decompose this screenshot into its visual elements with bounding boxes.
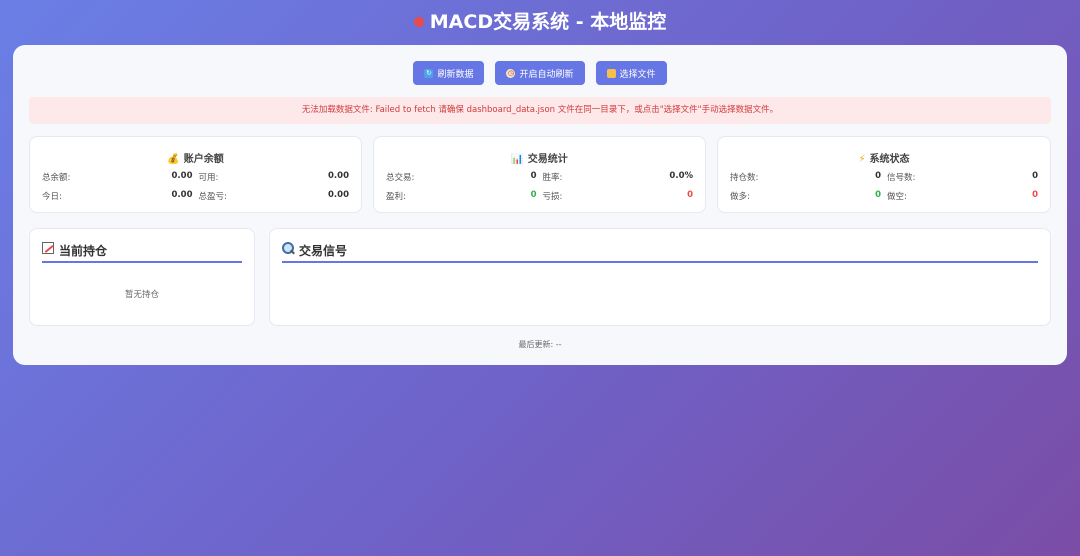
total-trades-value: 0 [530, 171, 537, 181]
available-label: 可用: [198, 173, 219, 183]
stat-row: 做多: 0 做空: 0 [730, 190, 1038, 202]
long-label: 做多: [730, 192, 750, 202]
positions-count-value: 0 [875, 171, 881, 181]
page-title: MACD交易系统 - 本地监控 [0, 9, 1080, 35]
stat-row: 盈利: 0 亏损: 0 [386, 190, 693, 202]
choose-file-label: 选择文件 [619, 69, 656, 80]
trading-signals-header: 交易信号 [282, 242, 1038, 263]
loss-label: 亏损: [542, 192, 563, 202]
lightning-icon: ⚡ [858, 154, 866, 165]
auto-refresh-button[interactable]: ◷ 开启自动刷新 [495, 61, 585, 85]
refresh-icon: ↻ [424, 68, 434, 78]
short-label: 做空: [887, 192, 907, 202]
line-chart-icon [42, 242, 54, 254]
folder-icon [606, 68, 616, 78]
account-balance-header: 💰 账户余额 [30, 150, 361, 165]
account-balance-title: 账户余额 [183, 154, 224, 165]
money-bag-icon: 💰 [167, 154, 180, 165]
loss-value: 0 [687, 190, 693, 200]
current-positions-header: 当前持仓 [42, 242, 242, 263]
page-title-text: MACD交易系统 - 本地监控 [429, 11, 667, 33]
stat-row: 总余额: 0.00 可用: 0.00 [42, 171, 349, 183]
signals-count-label: 信号数: [887, 173, 916, 183]
total-pnl-label: 总盈亏: [198, 192, 227, 202]
main-panel: ↻ 刷新数据 ◷ 开启自动刷新 选择文件 无法加载数据文件: Failed to… [13, 45, 1067, 365]
total-balance-value: 0.00 [171, 171, 193, 181]
positions-count-label: 持仓数: [730, 173, 759, 183]
trading-stats-header: 📊 交易统计 [374, 150, 705, 165]
total-balance-label: 总余额: [42, 173, 71, 183]
current-positions-card: 当前持仓 暂无持仓 [29, 228, 255, 326]
last-update-text: 最后更新: -- [518, 340, 562, 349]
trading-signals-card: 交易信号 [269, 228, 1051, 326]
stat-row: 总交易: 0 胜率: 0.0% [386, 171, 693, 183]
long-value: 0 [875, 190, 881, 200]
system-status-header: ⚡ 系统状态 [718, 150, 1050, 165]
profit-value: 0 [530, 190, 537, 200]
stat-row: 今日: 0.00 总盈亏: 0.00 [42, 190, 349, 202]
alarm-clock-icon: ◷ [506, 68, 516, 78]
profit-label: 盈利: [386, 192, 406, 202]
trading-stats-card: 📊 交易统计 总交易: 0 胜率: 0.0% 盈利: 0 亏损: 0 [373, 136, 706, 213]
total-pnl-value: 0.00 [328, 190, 349, 200]
refresh-data-button[interactable]: ↻ 刷新数据 [413, 61, 485, 85]
today-label: 今日: [42, 192, 62, 202]
system-status-card: ⚡ 系统状态 持仓数: 0 信号数: 0 做多: 0 做空: 0 [717, 136, 1051, 213]
short-value: 0 [1032, 190, 1038, 200]
account-balance-card: 💰 账户余额 总余额: 0.00 可用: 0.00 今日: 0.00 总盈亏: 0.00 [29, 136, 362, 213]
no-positions-text: 暂无持仓 [124, 290, 159, 300]
auto-refresh-label: 开启自动刷新 [519, 69, 574, 80]
stat-row: 持仓数: 0 信号数: 0 [730, 171, 1038, 183]
choose-file-button[interactable]: 选择文件 [595, 61, 667, 85]
win-rate-value: 0.0% [669, 171, 693, 181]
bar-chart-icon: 📊 [511, 154, 524, 165]
available-value: 0.00 [328, 171, 349, 181]
signals-count-value: 0 [1032, 171, 1038, 181]
system-status-title: 系统状态 [869, 154, 910, 165]
error-banner: 无法加载数据文件: Failed to fetch 请确保 dashboard_… [29, 97, 1051, 124]
toolbar: ↻ 刷新数据 ◷ 开启自动刷新 选择文件 [13, 61, 1067, 85]
total-trades-label: 总交易: [386, 173, 415, 183]
trading-signals-title: 交易信号 [299, 244, 348, 258]
win-rate-label: 胜率: [542, 173, 563, 183]
current-positions-title: 当前持仓 [59, 244, 108, 258]
magnifier-icon [282, 242, 294, 254]
trading-stats-title: 交易统计 [527, 154, 568, 165]
status-dot-icon [413, 17, 424, 27]
refresh-data-label: 刷新数据 [437, 69, 474, 80]
today-value: 0.00 [171, 190, 193, 200]
